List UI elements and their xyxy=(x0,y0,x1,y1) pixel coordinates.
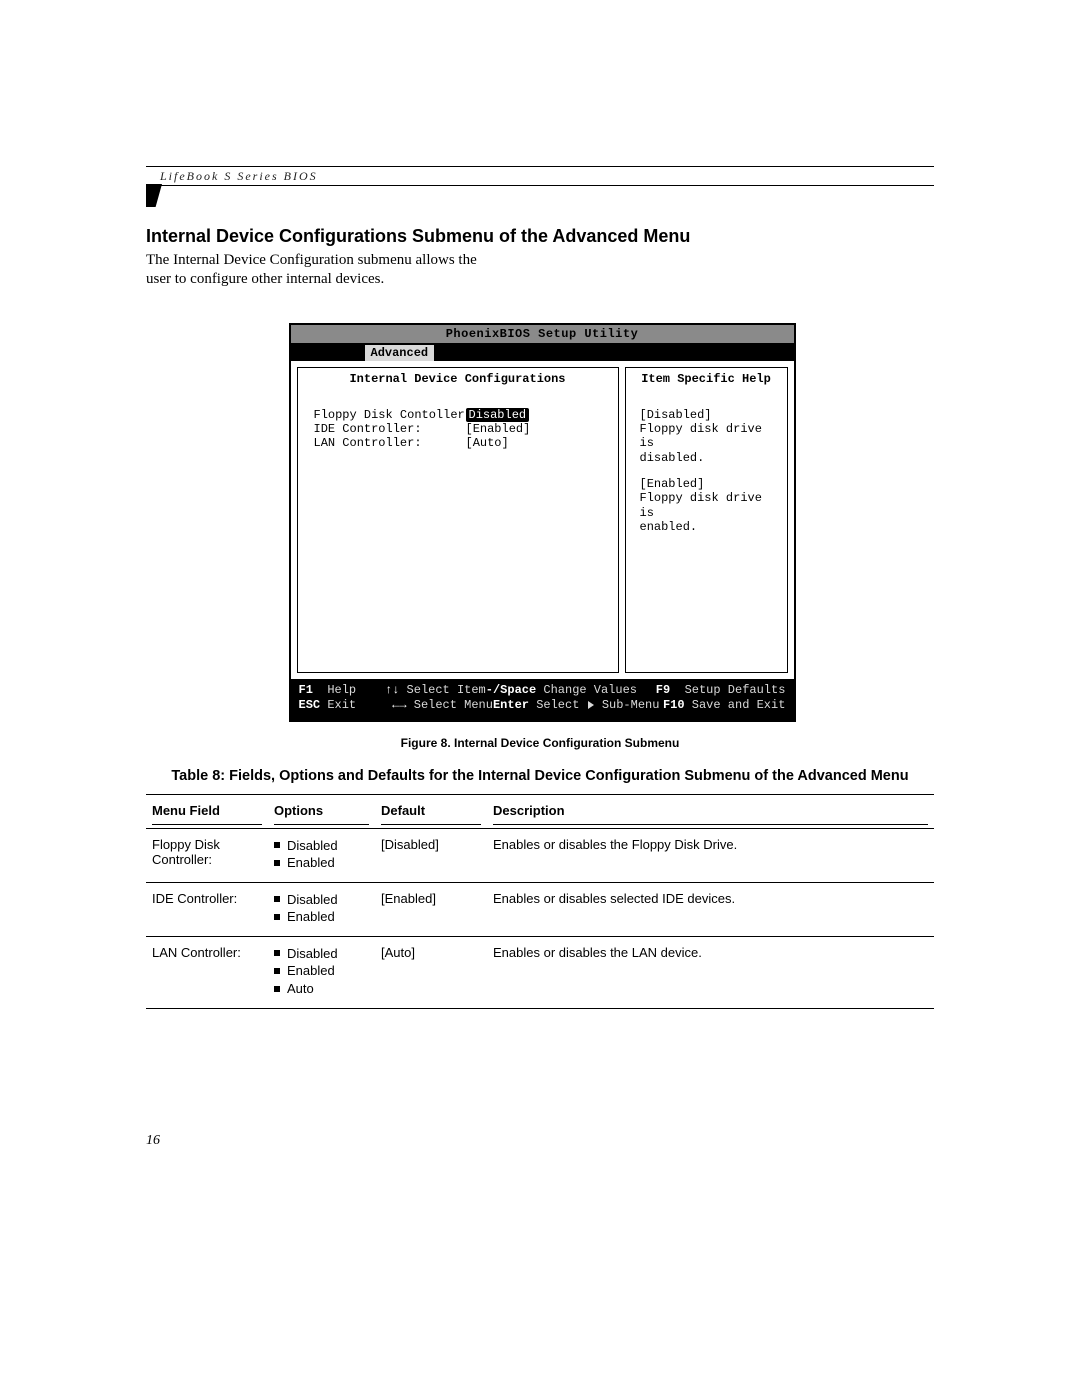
section-title: Internal Device Configurations Submenu o… xyxy=(146,226,934,247)
header-text: LifeBook S Series BIOS xyxy=(146,167,934,185)
bios-help-pane: Item Specific Help [Disabled] Floppy dis… xyxy=(625,367,788,673)
option-item: Auto xyxy=(274,980,369,998)
option-item: Enabled xyxy=(274,962,369,980)
bios-title: PhoenixBIOS Setup Utility xyxy=(291,325,794,345)
tab-advanced[interactable]: Advanced xyxy=(365,345,435,361)
fkey-label: Select Menu xyxy=(414,698,493,712)
bios-field-row[interactable]: IDE Controller: [Enabled] xyxy=(314,422,610,436)
table-cell-options: DisabledEnabled xyxy=(268,828,375,882)
table-cell-default: [Disabled] xyxy=(375,828,487,882)
table-cell-description: Enables or disables the Floppy Disk Driv… xyxy=(487,828,934,882)
fkey-f1: F1 xyxy=(299,683,313,697)
fkey-minus-space: -/Space xyxy=(486,683,536,697)
help-line: Floppy disk drive is xyxy=(640,491,781,520)
bios-menubar: Advanced xyxy=(291,345,794,361)
option-item: Disabled xyxy=(274,945,369,963)
fkey-label: Help xyxy=(327,683,356,697)
bios-help-title: Item Specific Help xyxy=(626,368,787,396)
table-cell-options: DisabledEnabledAuto xyxy=(268,936,375,1008)
bios-help-text: [Disabled] Floppy disk drive is disabled… xyxy=(626,396,787,535)
help-line: [Disabled] xyxy=(640,408,781,422)
table-cell-field: IDE Controller: xyxy=(146,882,268,936)
help-line: [Enabled] xyxy=(640,477,781,491)
table-header: Menu Field xyxy=(146,794,268,828)
fkey-enter: Enter xyxy=(493,698,529,712)
fkey-label: Select xyxy=(536,698,579,712)
fkey-label: Save and Exit xyxy=(692,698,786,712)
page-number: 16 xyxy=(146,1133,160,1149)
table-cell-default: [Auto] xyxy=(375,936,487,1008)
table-cell-default: [Enabled] xyxy=(375,882,487,936)
table-header: Options xyxy=(268,794,375,828)
page: LifeBook S Series BIOS Internal Device C… xyxy=(0,0,1080,1397)
bios-field-row[interactable]: LAN Controller: [Auto] xyxy=(314,436,610,450)
bios-field-value[interactable]: [Auto] xyxy=(466,436,509,450)
bios-footer: F1 Help ↑↓ Select Item -/Space Change Va… xyxy=(291,679,794,720)
fkey-label: Change Values xyxy=(543,683,637,697)
bios-field-row[interactable]: Floppy Disk Contoller: Disabled xyxy=(314,408,610,422)
option-item: Enabled xyxy=(274,854,369,872)
triangle-right-icon xyxy=(588,701,594,709)
bios-field-label: Floppy Disk Contoller: xyxy=(314,408,466,422)
table-header: Description xyxy=(487,794,934,828)
table-caption: Table 8: Fields, Options and Defaults fo… xyxy=(146,768,934,784)
header-notch-icon xyxy=(146,184,162,207)
option-item: Enabled xyxy=(274,908,369,926)
arrow-updown-icon: ↑↓ xyxy=(385,683,399,697)
table-row: LAN Controller:DisabledEnabledAuto[Auto]… xyxy=(146,936,934,1008)
table-cell-description: Enables or disables selected IDE devices… xyxy=(487,882,934,936)
arrow-leftright-icon: ←→ xyxy=(392,698,406,712)
fkey-f10: F10 xyxy=(663,698,685,712)
table-cell-field: LAN Controller: xyxy=(146,936,268,1008)
fkey-f9: F9 xyxy=(656,683,670,697)
bios-left-title: Internal Device Configurations xyxy=(298,368,618,396)
bios-field-value-selected[interactable]: Disabled xyxy=(466,408,530,422)
figure-caption: Figure 8. Internal Device Configuration … xyxy=(146,736,934,750)
page-content: Internal Device Configurations Submenu o… xyxy=(146,226,934,1009)
table-header-row: Menu Field Options Default Description xyxy=(146,794,934,828)
help-line: disabled. xyxy=(640,451,781,465)
bios-figure: PhoenixBIOS Setup Utility Advanced Inter… xyxy=(289,323,792,722)
option-item: Disabled xyxy=(274,837,369,855)
fkey-label: Select Item xyxy=(407,683,486,697)
intro-line: user to configure other internal devices… xyxy=(146,271,384,287)
help-line: Floppy disk drive is xyxy=(640,422,781,451)
table-cell-description: Enables or disables the LAN device. xyxy=(487,936,934,1008)
fkey-esc: ESC xyxy=(299,698,321,712)
table-header: Default xyxy=(375,794,487,828)
option-item: Disabled xyxy=(274,891,369,909)
bios-body: Internal Device Configurations Floppy Di… xyxy=(291,361,794,679)
intro-line: The Internal Device Configuration submen… xyxy=(146,252,477,268)
bios-fields: Floppy Disk Contoller: Disabled IDE Cont… xyxy=(298,396,618,451)
fkey-label: Setup Defaults xyxy=(685,683,786,697)
fkey-label: Exit xyxy=(327,698,356,712)
table-cell-field: Floppy Disk Controller: xyxy=(146,828,268,882)
bios-field-label: LAN Controller: xyxy=(314,436,466,450)
intro-paragraph: The Internal Device Configuration submen… xyxy=(146,251,526,289)
header-bar: LifeBook S Series BIOS xyxy=(146,166,934,186)
table-row: Floppy Disk Controller:DisabledEnabled[D… xyxy=(146,828,934,882)
help-line: enabled. xyxy=(640,520,781,534)
table-cell-options: DisabledEnabled xyxy=(268,882,375,936)
bios-field-label: IDE Controller: xyxy=(314,422,466,436)
fields-table: Menu Field Options Default Description F… xyxy=(146,794,934,1009)
fkey-label: Sub-Menu xyxy=(602,698,660,712)
bios-left-pane: Internal Device Configurations Floppy Di… xyxy=(297,367,619,673)
table-row: IDE Controller:DisabledEnabled[Enabled]E… xyxy=(146,882,934,936)
bios-field-value[interactable]: [Enabled] xyxy=(466,422,531,436)
bios-screen: PhoenixBIOS Setup Utility Advanced Inter… xyxy=(289,323,796,722)
